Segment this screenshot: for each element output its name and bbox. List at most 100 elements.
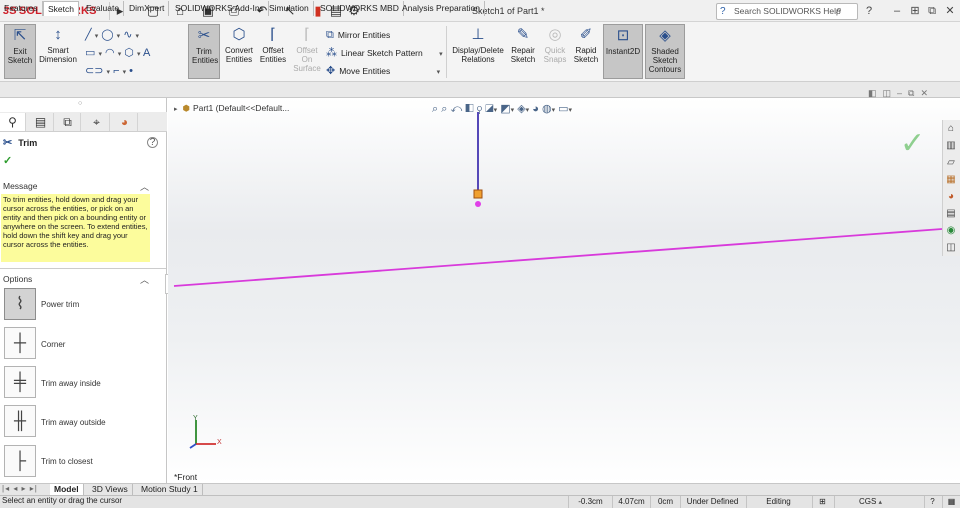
solidworks-forum-icon[interactable]: ◉ <box>944 224 958 238</box>
circle-icon[interactable]: ◯ <box>101 29 113 41</box>
text-icon[interactable]: A <box>143 47 150 59</box>
sketch-point <box>475 201 481 207</box>
rectangle-icon[interactable]: ▭ <box>85 47 95 59</box>
maximize-icon[interactable]: ⧉ <box>925 3 939 19</box>
message-section-header[interactable]: Message <box>3 181 38 191</box>
options-section-header[interactable]: Options <box>3 274 32 284</box>
view-label: *Front <box>174 472 198 482</box>
solidworks-resources-icon[interactable]: ⌂ <box>944 122 958 136</box>
custom-properties-icon[interactable]: ▤ <box>944 207 958 221</box>
viewport-tile-icon: ◧ <box>868 88 883 98</box>
corner-option[interactable]: ┼ <box>4 327 36 359</box>
move-icon: ✥ <box>326 65 336 77</box>
property-manager-title: ✂ Trim <box>3 137 38 149</box>
status-x-coordinate: -0.3cm <box>568 496 612 508</box>
rapid-sketch-icon: ✐ <box>579 26 593 43</box>
status-editing: Editing Sketch1 <box>746 496 810 508</box>
command-manager-tabs <box>0 82 960 98</box>
feature-tree-tab-icon[interactable]: ▤ <box>28 113 54 131</box>
tab-navigation-arrows[interactable]: |◂ ◂ ▸ ▸| <box>2 484 38 493</box>
exit-sketch-button[interactable]: ⇱ Exit Sketch <box>4 24 36 79</box>
shaded-sketch-contours-button[interactable]: ◈ Shaded Sketch Contours <box>645 24 685 79</box>
convert-entities-button[interactable]: ⬡ Convert Entities <box>223 24 255 79</box>
confirmation-corner-ok-icon[interactable]: ✓ <box>900 126 925 161</box>
power-trim-icon: ⌇ <box>15 294 25 313</box>
trim-away-outside-option[interactable]: ╫ <box>4 405 36 437</box>
trim-away-outside-label: Trim away outside <box>41 418 106 427</box>
spline-icon[interactable]: ∿ <box>123 29 132 41</box>
move-entities-button[interactable]: ✥ Move Entities ▾ <box>326 65 440 79</box>
tab-features[interactable]: Features <box>0 1 43 16</box>
offset-entities-button[interactable]: ⌈ Offset Entities <box>257 24 289 79</box>
polygon-icon[interactable]: ⬡ <box>124 47 134 59</box>
close-icon[interactable]: ✕ <box>943 3 957 19</box>
trim-away-inside-option[interactable]: ╪ <box>4 366 36 398</box>
trim-entities-button[interactable]: ✂ Trim Entities <box>188 24 220 79</box>
line-icon[interactable]: ╱ <box>85 29 92 41</box>
triad <box>189 420 216 449</box>
help-menu-icon[interactable]: ? <box>862 3 876 19</box>
view-palette-icon[interactable]: ▦ <box>944 173 958 187</box>
offset-on-surface-button[interactable]: ⌈ Offset On Surface <box>291 24 323 79</box>
appearances-icon[interactable]: ◕ <box>944 190 958 204</box>
trim-icon: ✂ <box>3 137 13 149</box>
help-icon[interactable]: ? <box>147 137 158 148</box>
shaded-contours-icon: ◈ <box>659 27 671 44</box>
arc-icon[interactable]: ◠ <box>105 47 115 59</box>
tab-simulation[interactable]: Simulation <box>265 1 314 16</box>
endpoint-marker <box>473 189 483 199</box>
repair-sketch-icon: ✎ <box>516 26 530 43</box>
units-selector[interactable]: CGS ▴ <box>834 496 906 508</box>
status-prompt: Select an entity or drag the cursor <box>2 496 123 505</box>
tab-addins[interactable]: SOLIDWORKS Add-Ins <box>171 1 269 16</box>
dimxpert-tab-icon[interactable]: ⌖ <box>84 113 110 131</box>
fillet-icon[interactable]: ⌐ <box>113 65 119 77</box>
status-y-coordinate: 4.07cm <box>612 496 650 508</box>
ok-checkmark-icon[interactable]: ✓ <box>3 154 12 167</box>
smart-dimension-button[interactable]: ↕ Smart Dimension <box>38 24 78 79</box>
slot-icon[interactable]: ⊂⊃ <box>85 65 103 77</box>
viewport-restore-icon: ◫ <box>882 88 898 98</box>
minimize-icon[interactable]: – <box>890 3 904 19</box>
tab-evaluate[interactable]: Evaluate <box>82 1 125 16</box>
quick-tips-icon[interactable]: ? <box>924 496 940 508</box>
offset-on-surface-icon: ⌈ <box>304 26 310 43</box>
tab-dimxpert[interactable]: DimXpert <box>125 1 170 16</box>
power-trim-option[interactable]: ⌇ <box>4 288 36 320</box>
appearance-tab-icon[interactable]: ◕ <box>112 113 138 131</box>
sketch-canvas[interactable] <box>168 98 960 483</box>
instant2d-icon: ⊡ <box>616 27 630 44</box>
relations-icon: ⊥ <box>471 26 485 43</box>
tab-mbd[interactable]: SOLIDWORKS MBD <box>316 1 404 16</box>
triad-y-label: Y <box>193 415 198 422</box>
smart-dimension-icon: ↕ <box>54 26 62 43</box>
configuration-tab-icon[interactable]: ⧉ <box>55 113 81 131</box>
linear-sketch-pattern-button[interactable]: ⁂ Linear Sketch Pattern ▾ <box>326 47 443 61</box>
trim-to-closest-option[interactable]: ├ <box>4 445 36 477</box>
toolbar-separator <box>446 26 447 78</box>
design-library-icon[interactable]: ▥ <box>944 139 958 153</box>
display-delete-relations-button[interactable]: ⊥ Display/Delete Relations <box>450 24 506 79</box>
panel-splitter-handle[interactable]: ○ <box>78 100 82 107</box>
tab-sketch[interactable]: Sketch <box>43 1 79 16</box>
task-pane-icon[interactable]: ◫ <box>944 241 958 255</box>
restore-icon[interactable]: ⊞ <box>908 3 922 19</box>
collapse-chevron-icon[interactable]: ︿ <box>140 273 149 286</box>
tab-analysis-preparation[interactable]: Analysis Preparation <box>398 1 485 16</box>
status-grid-icon[interactable]: ▦ <box>942 496 960 508</box>
help-icon: ? <box>720 6 726 17</box>
file-explorer-icon[interactable]: ▱ <box>944 156 958 170</box>
property-manager-tab-icon[interactable]: ⚲ <box>0 113 26 131</box>
instant2d-button[interactable]: ⊡ Instant2D <box>603 24 643 79</box>
sketch-tools-grid: ╱ ▾ ◯ ▾ ∿ ▾ ▭ ▾ ◠ ▾ ⬡ ▾ A ⊂⊃ ▾ ⌐ ▾ • <box>85 29 151 77</box>
trim-away-inside-label: Trim away inside <box>41 379 101 388</box>
mirror-entities-button[interactable]: ⧉ Mirror Entities <box>326 29 390 41</box>
rapid-sketch-button[interactable]: ✐ Rapid Sketch <box>572 24 600 79</box>
search-icon[interactable]: ⌕ <box>836 4 842 17</box>
point-icon[interactable]: • <box>129 65 133 77</box>
repair-sketch-button[interactable]: ✎ Repair Sketch <box>509 24 537 79</box>
quick-snaps-button[interactable]: ◎ Quick Snaps <box>541 24 569 79</box>
trim-outside-icon: ╫ <box>13 411 27 430</box>
status-rebuild-icon[interactable]: ⊞ <box>812 496 832 508</box>
collapse-chevron-icon[interactable]: ︿ <box>140 180 149 193</box>
